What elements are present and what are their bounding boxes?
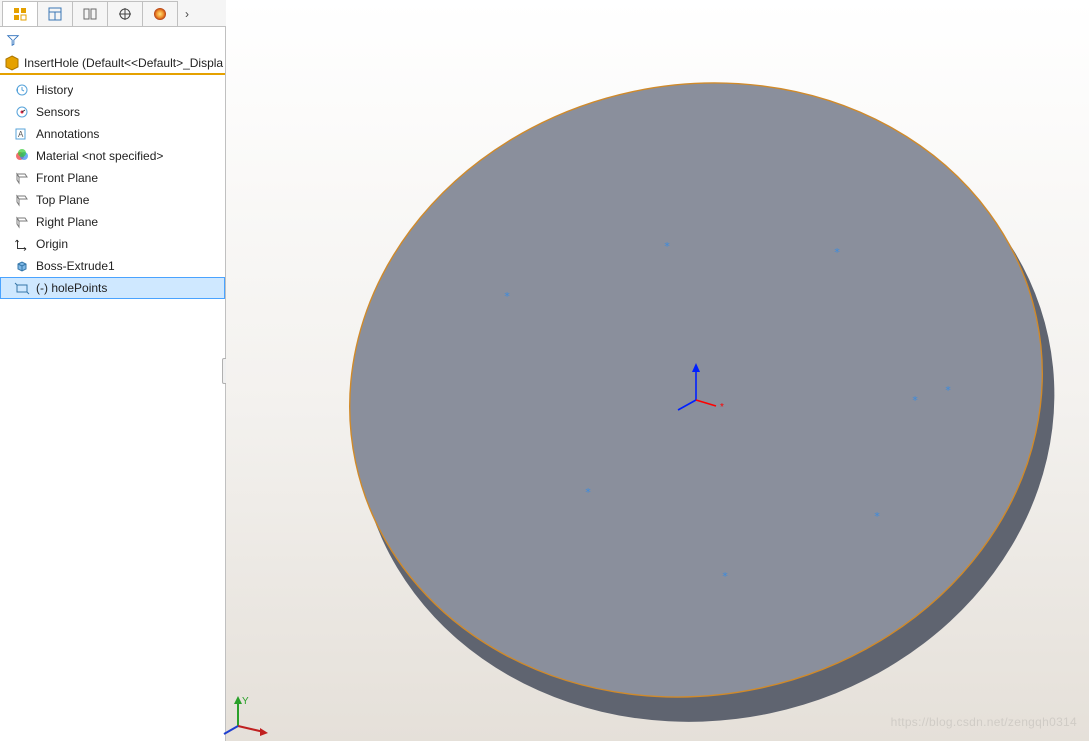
tree-item-holepoints[interactable]: (-) holePoints [0, 277, 225, 299]
extrude-icon [14, 258, 30, 274]
model-scene: * * * * * * * * * [226, 0, 1089, 741]
tree-item-boss-extrude1[interactable]: Boss-Extrude1 [0, 255, 225, 277]
tree-item-label: Boss-Extrude1 [36, 259, 115, 273]
plane-icon [14, 214, 30, 230]
graphics-viewport[interactable]: * * * * * * * * * https://blog.csdn.net/… [226, 0, 1089, 741]
tree-root[interactable]: InsertHole (Default<<Default>_Displa [0, 53, 225, 73]
svg-text:*: * [720, 402, 724, 413]
root-separator [0, 73, 225, 75]
chevron-right-icon: › [185, 7, 189, 21]
annotations-icon: A [14, 126, 30, 142]
svg-text:*: * [722, 570, 729, 583]
tree-item-annotations[interactable]: A Annotations [0, 123, 225, 145]
tab-dimxpert[interactable] [107, 1, 143, 26]
configuration-manager-icon [82, 6, 98, 22]
tree-item-material-not-specified[interactable]: Material <not specified> [0, 145, 225, 167]
tree-item-label: History [36, 83, 73, 97]
tab-configuration-manager[interactable] [72, 1, 108, 26]
origin-icon [14, 236, 30, 252]
tree-root-label: InsertHole (Default<<Default>_Displa [24, 56, 223, 70]
tree-item-sensors[interactable]: Sensors [0, 101, 225, 123]
display-manager-icon [152, 6, 168, 22]
material-icon [14, 148, 30, 164]
funnel-icon [6, 33, 20, 47]
svg-text:*: * [945, 384, 952, 397]
tree-item-label: (-) holePoints [36, 281, 107, 295]
tree-item-label: Front Plane [36, 171, 98, 185]
tree-item-top-plane[interactable]: Top Plane [0, 189, 225, 211]
svg-text:A: A [18, 130, 24, 139]
tree-item-history[interactable]: History [0, 79, 225, 101]
history-icon [14, 82, 30, 98]
part-icon [4, 55, 20, 71]
feature-tree-panel: › InsertHole (Default<<Default>_Displa H… [0, 0, 226, 741]
tree-item-origin[interactable]: Origin [0, 233, 225, 255]
svg-text:*: * [834, 246, 841, 259]
tab-property-manager[interactable] [37, 1, 73, 26]
svg-text:*: * [504, 290, 511, 303]
tab-feature-tree[interactable] [2, 1, 38, 26]
tree-item-label: Material <not specified> [36, 149, 163, 163]
tree-item-label: Sensors [36, 105, 80, 119]
tree-item-right-plane[interactable]: Right Plane [0, 211, 225, 233]
plane-icon [14, 192, 30, 208]
feature-tree-icon [12, 6, 28, 22]
axis-y-label: Y [242, 696, 249, 707]
tree-item-label: Top Plane [36, 193, 89, 207]
svg-text:*: * [874, 510, 881, 523]
tab-display-manager[interactable] [142, 1, 178, 26]
view-orientation-triad: Y [230, 694, 270, 737]
tree-filter[interactable] [0, 27, 225, 53]
tree-item-front-plane[interactable]: Front Plane [0, 167, 225, 189]
feature-tree: History Sensors A Annotations Material <not … [0, 77, 225, 299]
dimxpert-icon [117, 6, 133, 22]
panel-tabstrip: › [0, 0, 228, 27]
svg-text:*: * [585, 486, 592, 499]
tree-item-label: Origin [36, 237, 68, 251]
svg-text:*: * [912, 394, 919, 407]
property-manager-icon [47, 6, 63, 22]
sensors-icon [14, 104, 30, 120]
tab-overflow[interactable]: › [177, 2, 197, 26]
tree-item-label: Annotations [36, 127, 99, 141]
plane-icon [14, 170, 30, 186]
svg-text:*: * [664, 240, 671, 253]
tree-item-label: Right Plane [36, 215, 98, 229]
sketch-icon [14, 280, 30, 296]
